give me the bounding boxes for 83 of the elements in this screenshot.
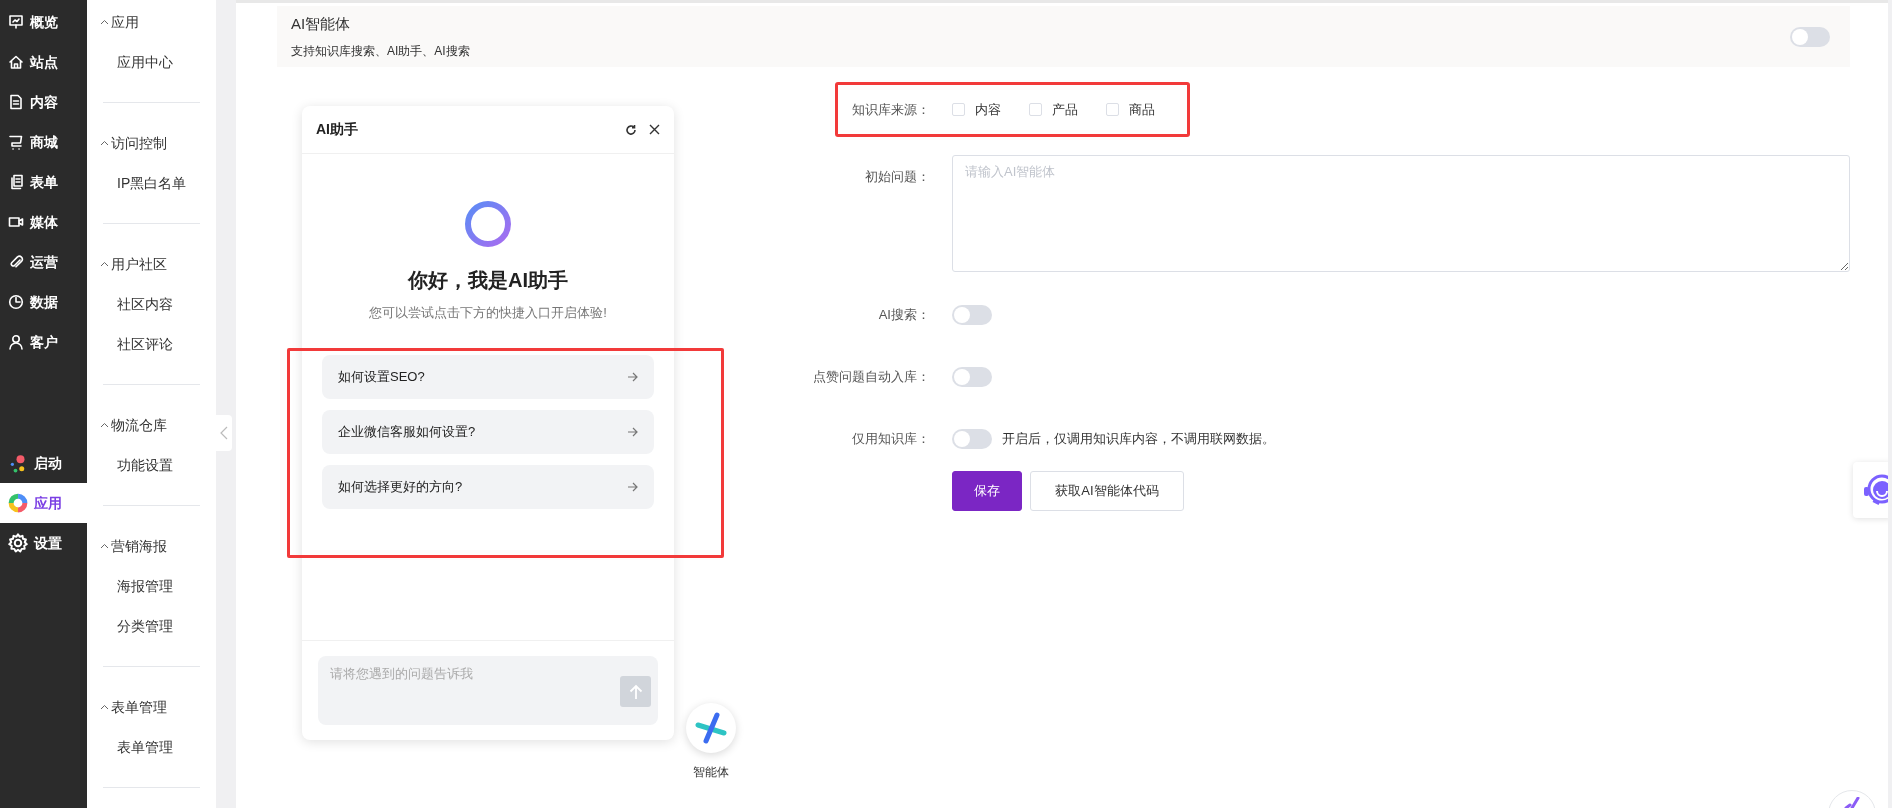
panel-title: AI助手 — [316, 120, 358, 139]
sidebar-item[interactable]: 应用中心 — [87, 42, 216, 82]
nav-item[interactable]: 媒体 — [0, 202, 87, 242]
user-icon — [8, 334, 24, 350]
pen-icon — [1844, 797, 1860, 808]
chevron-icon — [100, 140, 109, 146]
question-input[interactable]: 请输入AI智能体 — [952, 155, 1850, 272]
checkbox-option[interactable]: 商品 — [1106, 99, 1155, 120]
nav-item[interactable]: 站点 — [0, 42, 87, 82]
form-icon — [8, 174, 24, 190]
nav-item[interactable]: 运营 — [0, 242, 87, 282]
arrow-right-icon — [627, 371, 638, 382]
color-ring-icon — [8, 493, 28, 513]
toggle-switch[interactable] — [952, 305, 992, 325]
cart-icon — [8, 134, 24, 150]
arrow-right-icon — [627, 426, 638, 437]
sidebar-item[interactable]: 海报管理 — [87, 566, 216, 606]
ring-icon — [463, 199, 513, 249]
chevron-icon — [100, 422, 109, 428]
arrow-right-icon — [627, 481, 638, 492]
group-header[interactable]: 表单管理 — [87, 687, 167, 727]
nav-item[interactable]: 启动 — [0, 443, 87, 483]
nav-item[interactable]: 表单 — [0, 162, 87, 202]
nav-item[interactable]: 应用 — [0, 483, 87, 523]
toggle-switch[interactable] — [952, 429, 992, 449]
nav-item[interactable]: 商城 — [0, 122, 87, 162]
field-label: 初始问题： — [864, 168, 931, 186]
group-header[interactable]: 营销海报 — [87, 526, 167, 566]
nav-item[interactable]: 内容 — [0, 82, 87, 122]
home-icon — [8, 54, 24, 70]
chevron-icon — [100, 19, 109, 25]
group-header[interactable]: 访问控制 — [87, 123, 167, 163]
section-title: AI智能体 — [291, 14, 352, 35]
document-icon — [8, 94, 24, 110]
chevron-icon — [100, 704, 109, 710]
save-button[interactable]: 保存 — [952, 471, 1022, 511]
sidebar-item[interactable]: IP黑白名单 — [87, 163, 216, 203]
sidebar-item[interactable]: 表单管理 — [87, 727, 216, 767]
message-input[interactable]: 请将您遇到的问题告诉我 — [318, 656, 658, 725]
video-camera-icon — [8, 214, 24, 230]
chevron-left-icon — [220, 426, 228, 440]
get-code-button[interactable]: 获取AI智能体代码 — [1030, 471, 1184, 511]
refresh-icon[interactable] — [625, 123, 637, 136]
send-button[interactable] — [620, 676, 651, 707]
sidebar-item[interactable]: 社区评论 — [87, 324, 216, 364]
sidebar-item[interactable]: 分类管理 — [87, 606, 216, 646]
nav-item[interactable]: 概览 — [0, 2, 87, 42]
toggle-switch[interactable] — [952, 367, 992, 387]
suggestion-button[interactable]: 企业微信客服如何设置? — [322, 409, 654, 454]
nav-item[interactable]: 数据 — [0, 282, 87, 322]
pie-chart-icon — [8, 294, 24, 310]
group-header[interactable]: 应用 — [87, 2, 139, 42]
help-text: 开启后，仅调用知识库内容，不调用联网数据。 — [1002, 430, 1275, 449]
field-label: 点赞问题自动入库： — [812, 368, 931, 387]
field-label: 知识库来源： — [851, 100, 931, 119]
arrow-up-icon — [628, 683, 643, 700]
paperclip-icon — [8, 254, 24, 270]
field-label: AI搜索： — [877, 306, 931, 325]
sidebar-item[interactable]: 功能设置 — [87, 445, 216, 485]
group-header[interactable]: 物流仓库 — [87, 405, 167, 445]
hint-text: 您可以尝试点击下方的快捷入口开启体验! — [369, 304, 607, 322]
nav-item[interactable]: 客户 — [0, 322, 87, 362]
presentation-icon — [8, 14, 24, 30]
chevron-icon — [100, 543, 109, 549]
section-subtitle: 支持知识库搜索、AI助手、AI搜索 — [291, 42, 470, 60]
group-header[interactable]: 用户社区 — [87, 244, 167, 284]
checkbox-option[interactable]: 内容 — [952, 99, 1001, 120]
agent-button[interactable] — [686, 703, 736, 753]
agent-label: 智能体 — [693, 764, 729, 781]
sidebar-item[interactable]: 社区内容 — [87, 284, 216, 324]
chevron-icon — [100, 261, 109, 267]
greeting-text: 你好，我是AI助手 — [408, 268, 568, 293]
field-label: 仅用知识库： — [851, 430, 931, 449]
checkbox-option[interactable]: 产品 — [1029, 99, 1078, 120]
settings-icon — [8, 533, 28, 553]
suggestion-button[interactable]: 如何设置SEO? — [322, 354, 654, 399]
support-button[interactable] — [1853, 462, 1888, 518]
cross-star-icon — [695, 712, 727, 744]
nav-item[interactable]: 设置 — [0, 523, 87, 563]
suggestion-button[interactable]: 如何选择更好的方向? — [322, 464, 654, 509]
close-icon[interactable] — [649, 124, 660, 135]
toggle-switch[interactable] — [1790, 26, 1830, 47]
collapse-button[interactable] — [216, 415, 232, 451]
